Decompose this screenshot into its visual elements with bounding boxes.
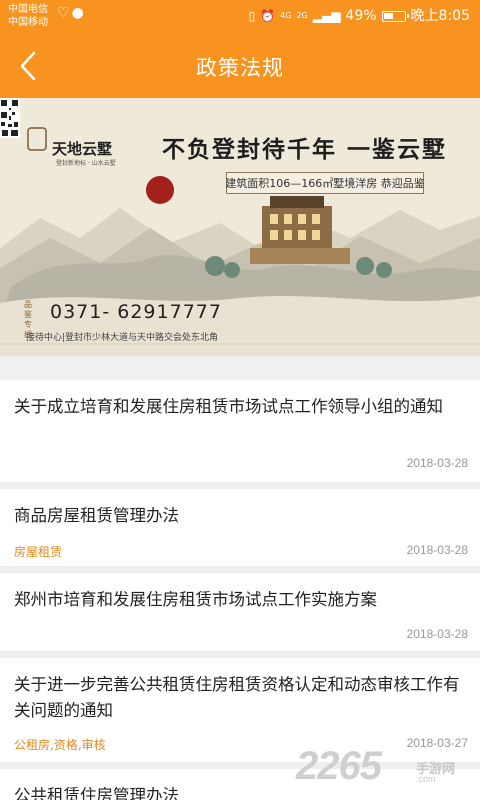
chat-bubble-icon: ● — [71, 5, 84, 21]
section-divider — [0, 356, 480, 380]
banner-brand-sub: 登封新地标 · 山水云墅 — [56, 160, 116, 167]
battery-icon — [381, 10, 409, 22]
carrier-2: 中国移动 — [8, 17, 48, 28]
banner-address: 接待中心|登封市少林大道与天中路交会处东北角 — [26, 333, 219, 343]
carrier-labels: 中国电信 中国移动 — [8, 3, 48, 29]
watermark-number: 2265 — [296, 744, 382, 789]
banner-area-text: 建筑面积106—166㎡墅境洋房 恭迎品鉴 — [225, 172, 425, 194]
banner-phone: 0371- 62917777 — [50, 301, 222, 323]
network-2-label: 2G — [296, 11, 308, 20]
carrier-1: 中国电信 — [8, 4, 48, 15]
banner-slogan: 不负登封待千年 一鉴云墅 — [162, 136, 448, 163]
network-1-label: 4G — [280, 11, 292, 20]
banner-brand: 天地云墅 — [52, 140, 113, 158]
clock: 晚上8:05 — [410, 8, 470, 24]
article-tags: 房屋租赁 — [14, 545, 63, 559]
banner-ad[interactable]: 天地云墅 登封新地标 · 山水云墅 不负登封待千年 一鉴云墅 建筑面积106—1… — [0, 98, 480, 356]
signal-icon: ▂▄▆ — [312, 9, 341, 23]
page-title: 政策法规 — [196, 56, 284, 80]
status-icons: ▯ ⏰ 4G 2G ▂▄▆ 49% 晚上8:05 — [249, 7, 470, 25]
article-title: 关于进一步完善公共租赁住房租赁资格认定和动态审核工作有关问题的通知 — [14, 675, 460, 720]
app-bar: 政策法规 — [0, 34, 480, 98]
notification-icons: ♡ ● — [57, 6, 84, 20]
site-watermark: 2265 手游网 .com — [296, 744, 476, 794]
vibrate-icon: ▯ — [248, 9, 256, 23]
article-title: 郑州市培育和发展住房租赁市场试点工作实施方案 — [14, 590, 377, 609]
list-item[interactable]: 关于成立培育和发展住房租赁市场试点工作领导小组的通知 2018-03-28 — [0, 380, 480, 489]
battery-percent: 49% — [345, 8, 377, 24]
heart-rate-icon: ♡ — [57, 5, 70, 21]
battery-fill — [383, 12, 393, 19]
qr-code-icon — [0, 98, 20, 138]
article-date: 2018-03-28 — [406, 627, 468, 641]
watermark-number-text: 2265 — [296, 744, 382, 788]
status-bar: 中国电信 中国移动 ♡ ● ▯ ⏰ 4G 2G ▂▄▆ 49% 晚上8:05 — [0, 0, 480, 34]
article-date: 2018-03-28 — [406, 543, 468, 557]
list-item[interactable]: 商品房屋租赁管理办法 房屋租赁 2018-03-28 — [0, 489, 480, 573]
alarm-icon: ⏰ — [260, 9, 276, 23]
article-date: 2018-03-28 — [406, 456, 468, 470]
list-item[interactable]: 郑州市培育和发展住房租赁市场试点工作实施方案 2018-03-28 — [0, 573, 480, 658]
article-tags: 公租房,资格,审核 — [14, 738, 106, 752]
policy-list: 关于成立培育和发展住房租赁市场试点工作领导小组的通知 2018-03-28 商品… — [0, 380, 480, 800]
article-title: 商品房屋租赁管理办法 — [14, 506, 179, 525]
article-title: 关于成立培育和发展住房租赁市场试点工作领导小组的通知 — [14, 397, 443, 416]
watermark-url: .com — [416, 774, 436, 784]
